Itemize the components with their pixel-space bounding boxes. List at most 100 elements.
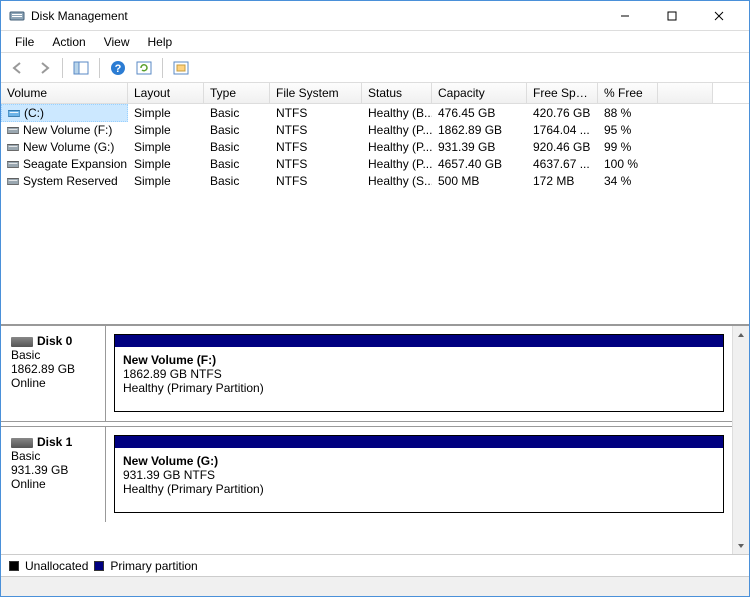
disk-row[interactable]: Disk 0Basic1862.89 GBOnlineNew Volume (F… (1, 326, 732, 421)
column-header-percent-free[interactable]: % Free (598, 83, 658, 103)
volume-free-cell: 4637.67 ... (527, 156, 598, 172)
volume-pct-cell: 100 % (598, 156, 658, 172)
column-header-volume[interactable]: Volume (1, 83, 128, 103)
help-button[interactable]: ? (107, 57, 129, 79)
volume-row[interactable]: System ReservedSimpleBasicNTFSHealthy (S… (1, 172, 749, 189)
volume-fs-cell: NTFS (270, 173, 362, 189)
scroll-down-button[interactable] (733, 537, 749, 554)
volume-list: Volume Layout Type File System Status Ca… (1, 83, 749, 325)
column-header-capacity[interactable]: Capacity (432, 83, 527, 103)
minimize-button[interactable] (602, 2, 647, 30)
partition-title: New Volume (F:) (123, 353, 715, 367)
column-header-type[interactable]: Type (204, 83, 270, 103)
close-button[interactable] (696, 2, 741, 30)
volume-type-cell: Basic (204, 173, 270, 189)
volume-name-cell: System Reserved (1, 173, 128, 189)
toolbar-separator (162, 58, 163, 78)
volume-pct-cell: 99 % (598, 139, 658, 155)
volume-pct-cell: 95 % (598, 122, 658, 138)
volume-pct-cell: 34 % (598, 173, 658, 189)
scroll-up-button[interactable] (733, 326, 749, 343)
disk-icon (11, 337, 33, 347)
status-bar (1, 576, 749, 596)
partition-body: New Volume (F:)1862.89 GB NTFSHealthy (P… (115, 347, 723, 401)
legend-swatch-unallocated (9, 561, 19, 571)
volume-capacity-cell: 500 MB (432, 173, 527, 189)
svg-text:?: ? (115, 63, 122, 75)
scrollbar-track[interactable] (733, 343, 749, 537)
menu-action[interactable]: Action (44, 33, 93, 51)
volume-fs-cell: NTFS (270, 139, 362, 155)
menu-file[interactable]: File (7, 33, 42, 51)
show-hide-console-tree-button[interactable] (70, 57, 92, 79)
maximize-button[interactable] (649, 2, 694, 30)
partition-line2: Healthy (Primary Partition) (123, 381, 715, 395)
volume-layout-cell: Simple (128, 122, 204, 138)
disk-info: Disk 0Basic1862.89 GBOnline (1, 326, 106, 421)
volume-name: New Volume (F:) (23, 123, 112, 137)
menu-help[interactable]: Help (140, 33, 181, 51)
column-header-filesystem[interactable]: File System (270, 83, 362, 103)
toolbar-separator (99, 58, 100, 78)
volume-list-header: Volume Layout Type File System Status Ca… (1, 83, 749, 104)
toolbar-separator (62, 58, 63, 78)
volume-name: Seagate Expansion... (23, 157, 128, 171)
volume-status-cell: Healthy (P... (362, 156, 432, 172)
forward-button[interactable] (33, 57, 55, 79)
volume-row[interactable]: New Volume (F:)SimpleBasicNTFSHealthy (P… (1, 121, 749, 138)
volume-fs-cell: NTFS (270, 105, 362, 121)
toolbar: ? (1, 53, 749, 83)
back-button[interactable] (7, 57, 29, 79)
menu-view[interactable]: View (96, 33, 138, 51)
disk-name: Disk 0 (37, 334, 72, 348)
legend: Unallocated Primary partition (1, 554, 749, 576)
drive-icon (7, 159, 19, 169)
volume-status-cell: Healthy (P... (362, 139, 432, 155)
legend-label-unallocated: Unallocated (25, 559, 88, 573)
volume-name-cell: New Volume (F:) (1, 122, 128, 138)
volume-row[interactable]: New Volume (G:)SimpleBasicNTFSHealthy (P… (1, 138, 749, 155)
refresh-button[interactable] (133, 57, 155, 79)
disk-name: Disk 1 (37, 435, 72, 449)
partition-line1: 931.39 GB NTFS (123, 468, 715, 482)
volume-type-cell: Basic (204, 139, 270, 155)
settings-button[interactable] (170, 57, 192, 79)
volume-status-cell: Healthy (S... (362, 173, 432, 189)
disk-partitions: New Volume (F:)1862.89 GB NTFSHealthy (P… (106, 326, 732, 421)
volume-name: New Volume (G:) (23, 140, 114, 154)
volume-layout-cell: Simple (128, 105, 204, 121)
drive-icon (7, 125, 19, 135)
volume-name: (C:) (24, 106, 44, 120)
volume-row[interactable]: Seagate Expansion...SimpleBasicNTFSHealt… (1, 155, 749, 172)
disk-panel-scrollbar[interactable] (732, 326, 749, 554)
partition-title: New Volume (G:) (123, 454, 715, 468)
disk-state: Online (11, 477, 95, 491)
volume-type-cell: Basic (204, 122, 270, 138)
volume-type-cell: Basic (204, 156, 270, 172)
partition[interactable]: New Volume (G:)931.39 GB NTFSHealthy (Pr… (114, 435, 724, 513)
disk-partitions: New Volume (G:)931.39 GB NTFSHealthy (Pr… (106, 427, 732, 522)
column-header-free-space[interactable]: Free Spa... (527, 83, 598, 103)
column-header-status[interactable]: Status (362, 83, 432, 103)
disk-size: 1862.89 GB (11, 362, 95, 376)
volume-name-cell: Seagate Expansion... (1, 156, 128, 172)
volume-capacity-cell: 931.39 GB (432, 139, 527, 155)
volume-capacity-cell: 4657.40 GB (432, 156, 527, 172)
volume-name-cell: (C:) (1, 104, 128, 122)
disk-type: Basic (11, 348, 95, 362)
column-header-layout[interactable]: Layout (128, 83, 204, 103)
column-header-spacer[interactable] (658, 83, 713, 103)
volume-fs-cell: NTFS (270, 122, 362, 138)
volume-name: System Reserved (23, 174, 118, 188)
volume-free-cell: 420.76 GB (527, 105, 598, 121)
partition-header (115, 436, 723, 448)
volume-name-cell: New Volume (G:) (1, 139, 128, 155)
volume-row[interactable]: (C:)SimpleBasicNTFSHealthy (B...476.45 G… (1, 104, 749, 121)
legend-label-primary: Primary partition (110, 559, 197, 573)
drive-icon (8, 108, 20, 118)
partition[interactable]: New Volume (F:)1862.89 GB NTFSHealthy (P… (114, 334, 724, 412)
disk-row[interactable]: Disk 1Basic931.39 GBOnlineNew Volume (G:… (1, 427, 732, 522)
app-icon (9, 8, 25, 24)
volume-status-cell: Healthy (B... (362, 105, 432, 121)
volume-capacity-cell: 476.45 GB (432, 105, 527, 121)
